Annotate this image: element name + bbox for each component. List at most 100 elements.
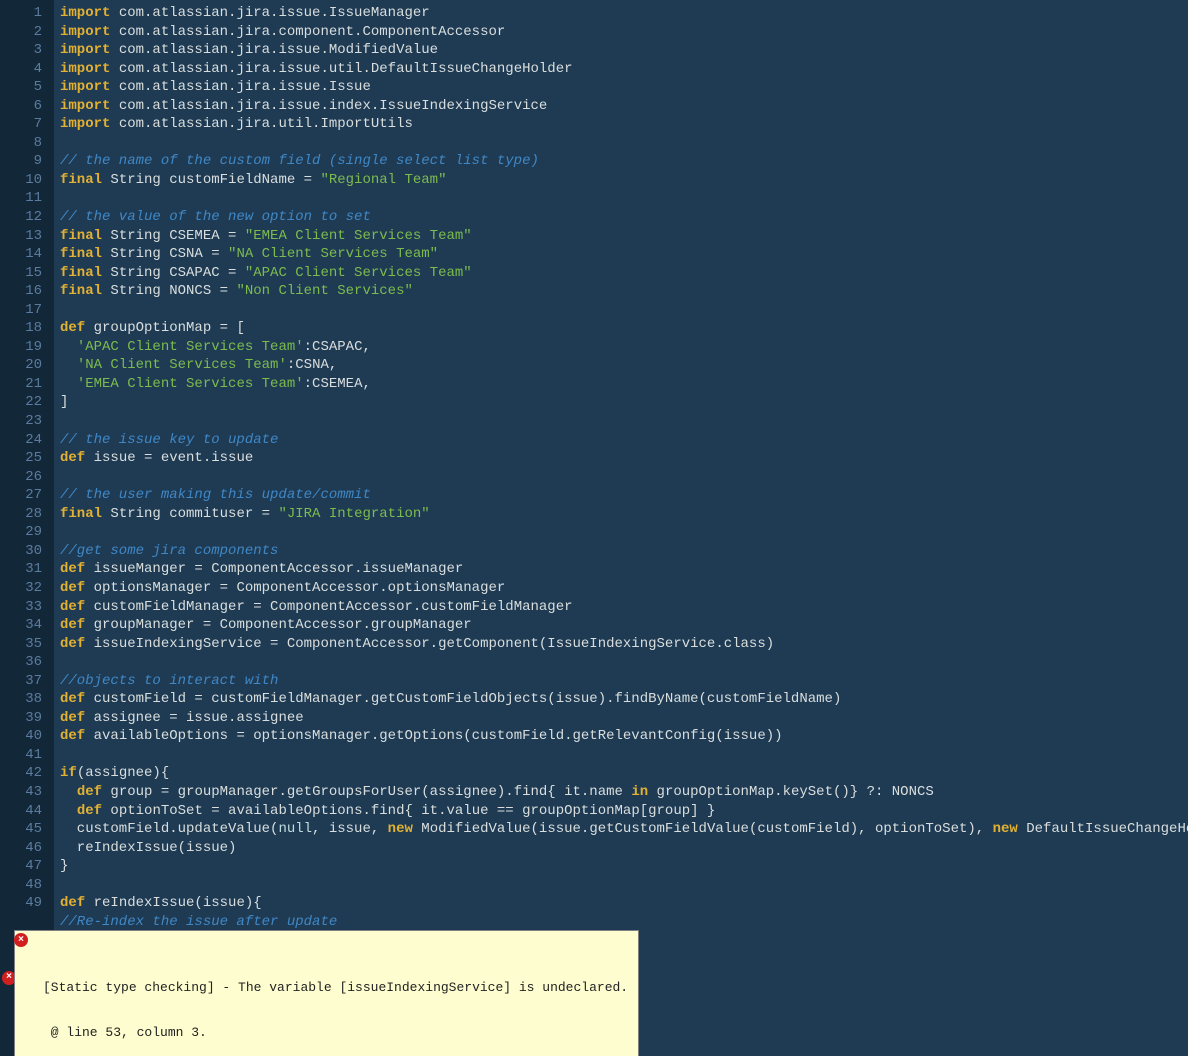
line-number: 38 <box>25 690 46 709</box>
gutter-line: 17 <box>0 301 54 320</box>
code-line[interactable]: import com.atlassian.jira.issue.util.Def… <box>60 60 1188 79</box>
code-token: import <box>60 61 110 77</box>
code-token: def <box>77 784 102 800</box>
code-line[interactable]: final String CSAPAC = "APAC Client Servi… <box>60 264 1188 283</box>
gutter-line: 2 <box>0 23 54 42</box>
code-token: customFieldManager = ComponentAccessor.c… <box>85 599 572 615</box>
gutter-line: 13 <box>0 227 54 246</box>
code-line[interactable]: 'NA Client Services Team':CSNA, <box>60 356 1188 375</box>
code-token: issue = event.issue <box>85 450 253 466</box>
code-line[interactable] <box>60 134 1188 153</box>
code-line[interactable]: // the issue key to update <box>60 431 1188 450</box>
code-line[interactable]: import com.atlassian.jira.component.Comp… <box>60 23 1188 42</box>
code-token: // the value of the new option to set <box>60 209 371 225</box>
code-line[interactable]: //Re-index the issue after update <box>60 913 1188 932</box>
code-line[interactable] <box>60 301 1188 320</box>
line-number: 33 <box>25 598 46 617</box>
code-line[interactable]: def reIndexIssue(issue){ <box>60 894 1188 913</box>
code-line[interactable]: def customFieldManager = ComponentAccess… <box>60 598 1188 617</box>
code-line[interactable]: def customField = customFieldManager.get… <box>60 690 1188 709</box>
code-token: assignee = issue.assignee <box>85 710 303 726</box>
code-line[interactable]: customField.updateValue(null, issue, new… <box>60 820 1188 839</box>
code-token: in <box>631 784 648 800</box>
gutter-line: 5 <box>0 78 54 97</box>
code-token: import <box>60 5 110 21</box>
code-line[interactable]: import com.atlassian.jira.issue.Issue <box>60 78 1188 97</box>
gutter-line: 19 <box>0 338 54 357</box>
code-line[interactable]: final String CSNA = "NA Client Services … <box>60 245 1188 264</box>
code-token: if <box>60 765 77 781</box>
code-line[interactable]: // the user making this update/commit <box>60 486 1188 505</box>
code-token: customField = customFieldManager.getCust… <box>85 691 841 707</box>
line-number: 24 <box>25 431 46 450</box>
code-token: com.atlassian.jira.issue.ModifiedValue <box>110 42 438 58</box>
code-line[interactable]: def issueManger = ComponentAccessor.issu… <box>60 560 1188 579</box>
code-line[interactable]: final String NONCS = "Non Client Service… <box>60 282 1188 301</box>
code-line[interactable]: if(assignee){ <box>60 764 1188 783</box>
code-line[interactable]: def issue = event.issue <box>60 449 1188 468</box>
gutter-line: 41 <box>0 746 54 765</box>
code-line[interactable]: final String CSEMEA = "EMEA Client Servi… <box>60 227 1188 246</box>
code-token: String CSNA = <box>102 246 228 262</box>
gutter-line: 29 <box>0 523 54 542</box>
code-line[interactable] <box>60 468 1188 487</box>
code-line[interactable]: def groupManager = ComponentAccessor.gro… <box>60 616 1188 635</box>
code-line[interactable]: import com.atlassian.jira.issue.IssueMan… <box>60 4 1188 23</box>
gutter-line: 32 <box>0 579 54 598</box>
code-token: final <box>60 506 102 522</box>
code-token: String CSEMEA = <box>102 228 245 244</box>
code-line[interactable]: // the value of the new option to set <box>60 208 1188 227</box>
code-token: null <box>278 821 312 837</box>
line-number: 31 <box>25 560 46 579</box>
code-token: import <box>60 116 110 132</box>
code-line[interactable]: final String customFieldName = "Regional… <box>60 171 1188 190</box>
code-area[interactable]: import com.atlassian.jira.issue.IssueMan… <box>54 0 1188 1056</box>
code-line[interactable]: import com.atlassian.jira.issue.Modified… <box>60 41 1188 60</box>
code-line[interactable]: reIndexIssue(issue) <box>60 839 1188 858</box>
code-line[interactable]: 'EMEA Client Services Team':CSEMEA, <box>60 375 1188 394</box>
code-line[interactable]: final String commituser = "JIRA Integrat… <box>60 505 1188 524</box>
code-line[interactable]: 'APAC Client Services Team':CSAPAC, <box>60 338 1188 357</box>
line-number: 19 <box>25 338 46 357</box>
code-line[interactable]: import com.atlassian.jira.issue.index.Is… <box>60 97 1188 116</box>
gutter-line: 33 <box>0 598 54 617</box>
code-line[interactable]: def group = groupManager.getGroupsForUse… <box>60 783 1188 802</box>
code-line[interactable] <box>60 746 1188 765</box>
code-line[interactable]: //objects to interact with <box>60 672 1188 691</box>
code-line[interactable] <box>60 876 1188 895</box>
code-line[interactable] <box>60 189 1188 208</box>
code-token: final <box>60 283 102 299</box>
code-token <box>60 376 77 392</box>
code-line[interactable] <box>60 412 1188 431</box>
gutter-line: 36 <box>0 653 54 672</box>
gutter-line: 26 <box>0 468 54 487</box>
code-line[interactable]: def optionToSet = availableOptions.find{… <box>60 802 1188 821</box>
code-line[interactable]: ] <box>60 393 1188 412</box>
line-number: 32 <box>25 579 46 598</box>
code-token <box>60 803 77 819</box>
code-token: "APAC Client Services Team" <box>245 265 472 281</box>
code-token: customField.updateValue( <box>60 821 278 837</box>
code-line[interactable]: def issueIndexingService = ComponentAcce… <box>60 635 1188 654</box>
code-line[interactable]: def availableOptions = optionsManager.ge… <box>60 727 1188 746</box>
line-number: 21 <box>25 375 46 394</box>
code-token: "EMEA Client Services Team" <box>245 228 472 244</box>
code-line[interactable] <box>60 653 1188 672</box>
code-line[interactable]: def groupOptionMap = [ <box>60 319 1188 338</box>
code-line[interactable]: //get some jira components <box>60 542 1188 561</box>
code-token: def <box>60 691 85 707</box>
code-line[interactable]: } <box>60 857 1188 876</box>
code-token: import <box>60 79 110 95</box>
code-line[interactable] <box>60 523 1188 542</box>
gutter-line: 24 <box>0 431 54 450</box>
gutter-line: 21 <box>0 375 54 394</box>
code-line[interactable]: // the name of the custom field (single … <box>60 152 1188 171</box>
code-token: 'APAC Client Services Team' <box>77 339 304 355</box>
code-line[interactable]: def assignee = issue.assignee <box>60 709 1188 728</box>
code-token: com.atlassian.jira.issue.Issue <box>110 79 370 95</box>
code-line[interactable]: def optionsManager = ComponentAccessor.o… <box>60 579 1188 598</box>
code-line[interactable]: import com.atlassian.jira.util.ImportUti… <box>60 115 1188 134</box>
code-editor[interactable]: 1234567891011121314151617181920212223242… <box>0 0 1188 1056</box>
code-token: final <box>60 246 102 262</box>
code-token: "Regional Team" <box>320 172 446 188</box>
